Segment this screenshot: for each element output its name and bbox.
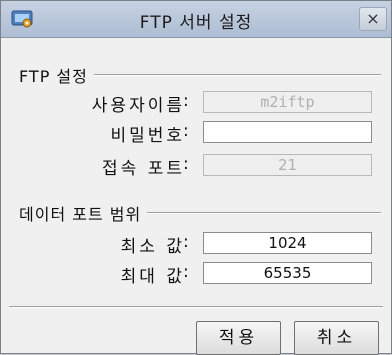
port-colon: :	[183, 154, 189, 174]
max-port-field[interactable]: 65535	[203, 262, 372, 284]
ftp-settings-dialog: FTP 서버 설정 × FTP 설정 사용자이름 : m2iftp 비밀번호 :…	[0, 0, 392, 355]
password-colon: :	[183, 121, 189, 141]
min-port-field[interactable]: 1024	[203, 232, 372, 254]
username-colon: :	[183, 91, 189, 111]
username-field: m2iftp	[203, 91, 372, 113]
close-button[interactable]: ×	[359, 7, 387, 31]
apply-button[interactable]: 적용	[196, 321, 281, 355]
button-separator	[9, 306, 383, 308]
port-label: 접속 포트	[102, 159, 185, 179]
data-port-group-title: 데이터 포트 범위	[19, 201, 148, 225]
port-field: 21	[203, 154, 372, 176]
window-title: FTP 서버 설정	[139, 13, 253, 33]
password-label: 비밀번호	[110, 126, 185, 146]
cancel-button[interactable]: 취소	[294, 321, 379, 355]
password-field[interactable]	[203, 121, 372, 143]
max-port-label: 최대 값	[120, 267, 185, 287]
max-port-colon: :	[183, 262, 189, 282]
username-label: 사용자이름	[91, 96, 185, 116]
min-port-label: 최소 값	[120, 237, 185, 257]
title-bar[interactable]: FTP 서버 설정 ×	[1, 1, 391, 38]
min-port-colon: :	[183, 232, 189, 252]
ftp-group-title: FTP 설정	[19, 63, 94, 87]
